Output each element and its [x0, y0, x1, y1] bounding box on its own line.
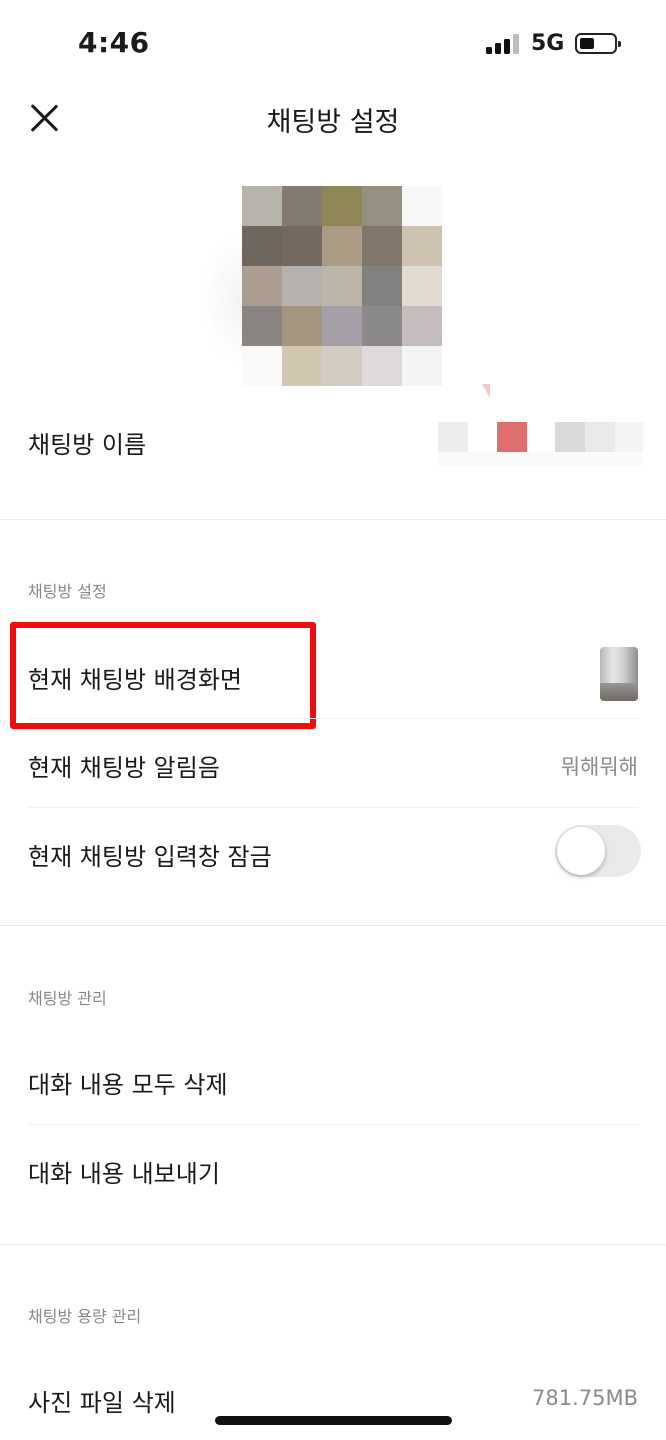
profile-pixel [282, 346, 322, 386]
profile-pixel [322, 266, 362, 306]
battery-icon [575, 33, 621, 54]
profile-pixel [282, 226, 322, 266]
profile-pixel [402, 266, 442, 306]
profile-pixel [362, 186, 402, 226]
profile-pixel [242, 266, 282, 306]
export-row[interactable]: 대화 내용 내보내기 [0, 1124, 666, 1212]
section-header-manage: 채팅방 관리 [28, 989, 107, 1008]
profile-pixel [402, 186, 442, 226]
delete-all-label: 대화 내용 모두 삭제 [28, 1071, 228, 1099]
notification-sound-row[interactable]: 현재 채팅방 알림음 뭐해뭐해 [0, 718, 666, 806]
chat-name-value-blurred [438, 384, 648, 472]
profile-pixel [282, 186, 322, 226]
section-divider [0, 519, 666, 520]
notification-sound-value: 뭐해뭐해 [560, 755, 638, 779]
page-title: 채팅방 설정 [266, 107, 400, 138]
export-label: 대화 내용 내보내기 [28, 1160, 220, 1188]
profile-image[interactable] [242, 186, 442, 386]
background-thumbnail[interactable] [600, 647, 638, 701]
section-divider [0, 925, 666, 926]
profile-pixel [362, 306, 402, 346]
profile-pixel [402, 306, 442, 346]
profile-pixel [242, 186, 282, 226]
profile-pixel [402, 226, 442, 266]
delete-photos-label: 사진 파일 삭제 [28, 1389, 176, 1417]
profile-pixel [322, 306, 362, 346]
status-bar: 4:46 5G [0, 0, 666, 90]
profile-pixel [362, 346, 402, 386]
profile-pixel [322, 226, 362, 266]
background-row[interactable]: 현재 채팅방 배경화면 [0, 630, 666, 718]
status-time: 4:46 [78, 26, 150, 59]
toggle-knob [557, 827, 605, 875]
notification-sound-label: 현재 채팅방 알림음 [28, 754, 220, 782]
profile-pixel [242, 226, 282, 266]
section-header-storage: 채팅방 용량 관리 [28, 1307, 142, 1326]
network-type: 5G [531, 31, 565, 56]
profile-pixel [322, 346, 362, 386]
delete-photos-row[interactable]: 사진 파일 삭제 781.75MB [0, 1353, 666, 1440]
profile-pixel [242, 346, 282, 386]
profile-pixel [282, 266, 322, 306]
profile-pixel [362, 266, 402, 306]
header: 채팅방 설정 [0, 90, 666, 146]
home-indicator[interactable] [215, 1416, 452, 1425]
chat-name-label: 채팅방 이름 [28, 431, 147, 459]
input-lock-label: 현재 채팅방 입력창 잠금 [28, 843, 272, 871]
profile-pixel [402, 346, 442, 386]
profile-pixel [242, 306, 282, 346]
section-header-settings: 채팅방 설정 [28, 582, 107, 601]
signal-icon [486, 34, 520, 54]
photo-storage-size: 781.75MB [531, 1386, 638, 1410]
profile-pixel [362, 226, 402, 266]
delete-all-row[interactable]: 대화 내용 모두 삭제 [0, 1035, 666, 1123]
input-lock-toggle[interactable] [555, 825, 641, 877]
background-label: 현재 채팅방 배경화면 [28, 666, 242, 694]
section-divider [0, 1244, 666, 1245]
profile-shadow [202, 234, 242, 364]
profile-pixel [282, 306, 322, 346]
profile-pixel [322, 186, 362, 226]
